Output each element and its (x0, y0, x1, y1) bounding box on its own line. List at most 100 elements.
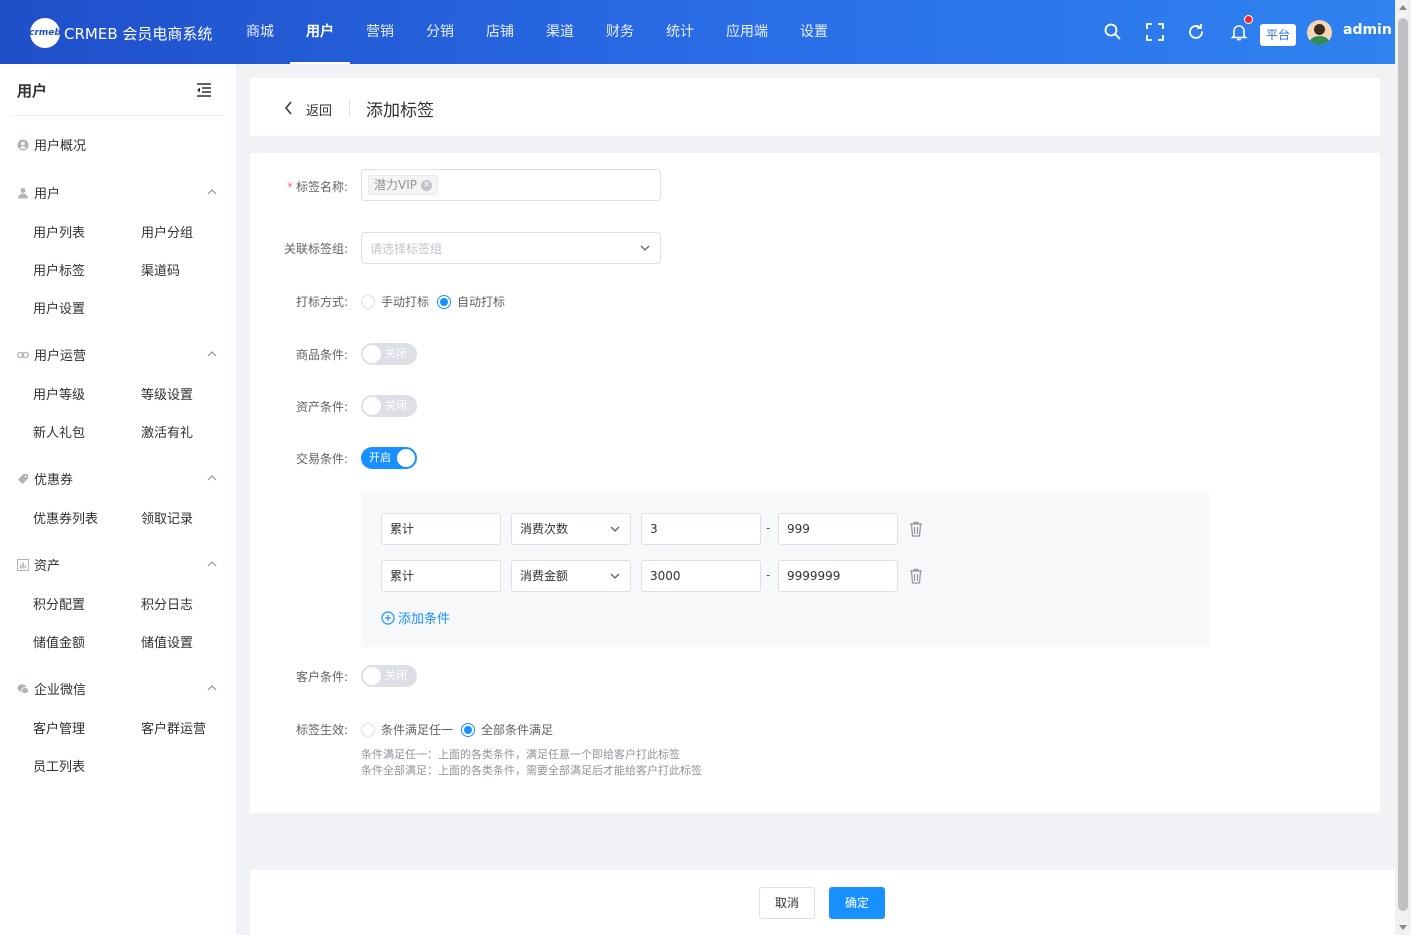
tag-chip: 潜力VIP × (368, 175, 438, 195)
trade-row-2-min[interactable]: 3000 (641, 560, 761, 592)
nav-item-distribution[interactable]: 分销 (410, 0, 470, 64)
sidebar-group-user-ops[interactable]: 用户运营 (17, 345, 86, 364)
sidebar-item-level-settings[interactable]: 等级设置 (141, 384, 193, 403)
switch-knob (397, 449, 415, 467)
sidebar-item-stored-amount[interactable]: 储值金额 (33, 632, 85, 651)
nav-item-marketing[interactable]: 营销 (350, 0, 410, 64)
customer-condition-switch[interactable]: 关闭 (361, 665, 417, 687)
chevron-up-icon[interactable] (207, 475, 217, 481)
sidebar-item-user-list[interactable]: 用户列表 (33, 222, 85, 241)
trash-icon[interactable] (909, 568, 923, 584)
nav-item-stats[interactable]: 统计 (650, 0, 710, 64)
switch-label: 关闭 (385, 347, 407, 360)
tag-mode-label: 打标方式: (295, 295, 348, 309)
trade-row-1-min[interactable]: 3 (641, 513, 761, 545)
chevron-down-icon[interactable] (640, 245, 650, 251)
nav-item-finance[interactable]: 财务 (590, 0, 650, 64)
page-title: 添加标签 (366, 101, 434, 121)
sidebar-group-user[interactable]: 用户 (17, 183, 60, 202)
sidebar-item-customer-group-ops[interactable]: 客户群运营 (141, 718, 206, 737)
trade-condition-switch[interactable]: 开启 (361, 447, 417, 469)
trade-row-2-scope[interactable]: 累计 (381, 560, 501, 592)
nav-item-store[interactable]: 店铺 (470, 0, 530, 64)
sidebar-item-user-tag[interactable]: 用户标签 (33, 260, 85, 279)
nav-item-settings[interactable]: 设置 (784, 0, 844, 64)
nav-item-user[interactable]: 用户 (290, 0, 350, 64)
sidebar-group-coupon[interactable]: 优惠券 (17, 469, 73, 488)
radio-all[interactable]: 全部条件满足 (461, 721, 553, 738)
cancel-button[interactable]: 取消 (759, 887, 815, 919)
chevron-up-icon[interactable] (207, 189, 217, 195)
nav-item-apps[interactable]: 应用端 (710, 0, 784, 64)
username[interactable]: admin (1343, 22, 1392, 38)
radio-dot (361, 722, 375, 737)
scroll-down-arrow-icon[interactable] (1399, 925, 1407, 930)
platform-badge[interactable]: 平台 (1260, 24, 1296, 46)
sidebar-item-overview[interactable]: 用户概况 (17, 135, 86, 154)
page-scrollbar[interactable] (1395, 0, 1411, 935)
footer-bar (250, 870, 1395, 935)
switch-label: 关闭 (385, 669, 407, 682)
radio-manual[interactable]: 手动打标 (361, 293, 429, 310)
bell-icon[interactable] (1229, 22, 1249, 42)
tag-name-label-text: 标签名称: (295, 180, 348, 194)
sidebar-group-label: 用户 (34, 187, 61, 202)
menu-collapse-icon[interactable] (196, 83, 212, 97)
switch-knob (363, 667, 381, 685)
chevron-up-icon[interactable] (207, 351, 217, 357)
user-circle-icon (17, 139, 29, 150)
sidebar-item-user-group[interactable]: 用户分组 (141, 222, 193, 241)
sidebar-item-coupon-list[interactable]: 优惠券列表 (33, 508, 98, 527)
goods-condition-switch[interactable]: 关闭 (361, 343, 417, 365)
scroll-thumb[interactable] (1398, 18, 1408, 911)
chevron-down-icon[interactable] (610, 526, 620, 532)
sidebar-group-wecom[interactable]: 企业微信 (17, 679, 86, 698)
avatar[interactable] (1307, 20, 1332, 45)
scroll-up-arrow-icon[interactable] (1399, 5, 1407, 10)
asset-condition-switch[interactable]: 关闭 (361, 395, 417, 417)
chevron-up-icon[interactable] (207, 685, 217, 691)
refresh-icon[interactable] (1186, 22, 1206, 42)
chevron-up-icon[interactable] (207, 561, 217, 567)
switch-label: 关闭 (385, 399, 407, 412)
back-button[interactable]: 返回 (306, 100, 332, 119)
fullscreen-icon[interactable] (1145, 22, 1165, 42)
sidebar-item-newbie-gift[interactable]: 新人礼包 (33, 422, 85, 441)
sidebar-item-activation-gift[interactable]: 激活有礼 (141, 422, 193, 441)
sidebar-item-channel-code[interactable]: 渠道码 (141, 260, 180, 279)
radio-dot (437, 294, 451, 309)
sidebar-item-stored-settings[interactable]: 储值设置 (141, 632, 193, 651)
trade-row-1-max[interactable]: 999 (778, 513, 898, 545)
notification-dot (1244, 15, 1253, 24)
switch-knob (363, 345, 381, 363)
top-nav: 商城 用户 营销 分销 店铺 渠道 财务 统计 应用端 设置 (230, 0, 844, 64)
sidebar-item-user-level[interactable]: 用户等级 (33, 384, 85, 403)
chevron-down-icon[interactable] (610, 573, 620, 579)
sidebar-item-customer-mgmt[interactable]: 客户管理 (33, 718, 85, 737)
add-condition-button[interactable]: 添加条件 (381, 608, 450, 627)
confirm-button[interactable]: 确定 (829, 887, 885, 919)
sidebar-group-label: 企业微信 (34, 683, 87, 698)
trade-row-2-max[interactable]: 9999999 (778, 560, 898, 592)
radio-any[interactable]: 条件满足任一 (361, 721, 453, 738)
tag-close-icon[interactable]: × (421, 179, 432, 191)
radio-auto[interactable]: 自动打标 (437, 293, 505, 310)
app-logo[interactable]: crmeb CRMEB 会员电商系统 (29, 18, 212, 48)
sidebar-item-staff-list[interactable]: 员工列表 (33, 756, 85, 775)
sidebar-item-points-config[interactable]: 积分配置 (33, 594, 85, 613)
sidebar-item-user-settings[interactable]: 用户设置 (33, 298, 85, 317)
nav-item-mall[interactable]: 商城 (230, 0, 290, 64)
nav-item-channel[interactable]: 渠道 (530, 0, 590, 64)
trade-row-1-scope[interactable]: 累计 (381, 513, 501, 545)
logo-badge: crmeb (29, 18, 61, 48)
sidebar-group-assets[interactable]: 资产 (17, 555, 60, 574)
trash-icon[interactable] (909, 521, 923, 537)
sidebar-item-points-log[interactable]: 积分日志 (141, 594, 193, 613)
radio-label: 条件满足任一 (381, 723, 454, 737)
sidebar-item-claim-records[interactable]: 领取记录 (141, 508, 193, 527)
header-divider (349, 99, 350, 117)
asset-condition-label: 资产条件: (295, 400, 348, 414)
range-separator: - (766, 568, 771, 582)
search-icon[interactable] (1103, 22, 1123, 42)
back-arrow-icon[interactable] (284, 101, 293, 115)
